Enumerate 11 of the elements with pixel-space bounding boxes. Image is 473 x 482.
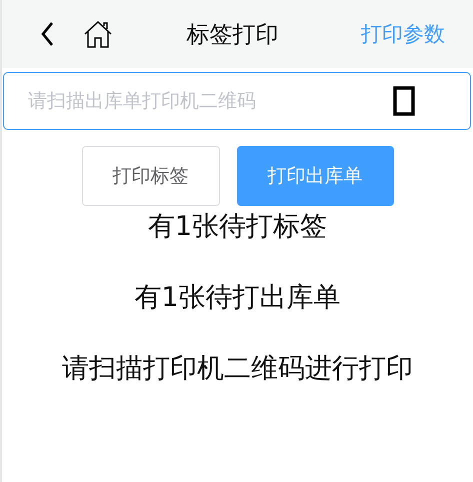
home-icon[interactable]	[82, 20, 114, 48]
print-button[interactable]: 打印出库单	[236, 146, 394, 206]
print-settings-link[interactable]: 打印参数	[361, 20, 445, 48]
square-icon	[393, 86, 415, 116]
page-title: 标签打印	[186, 20, 280, 50]
status-message: 有1张待打标签	[148, 210, 328, 244]
print-button[interactable]: 打印标签	[82, 146, 220, 206]
status-message: 有1张待打出库单	[134, 281, 341, 315]
scan-input-field[interactable]: 请扫描出库单打印机二维码	[3, 72, 471, 130]
back-icon[interactable]	[40, 21, 54, 47]
status-message: 请扫描打印机二维码进行打印	[62, 352, 413, 386]
